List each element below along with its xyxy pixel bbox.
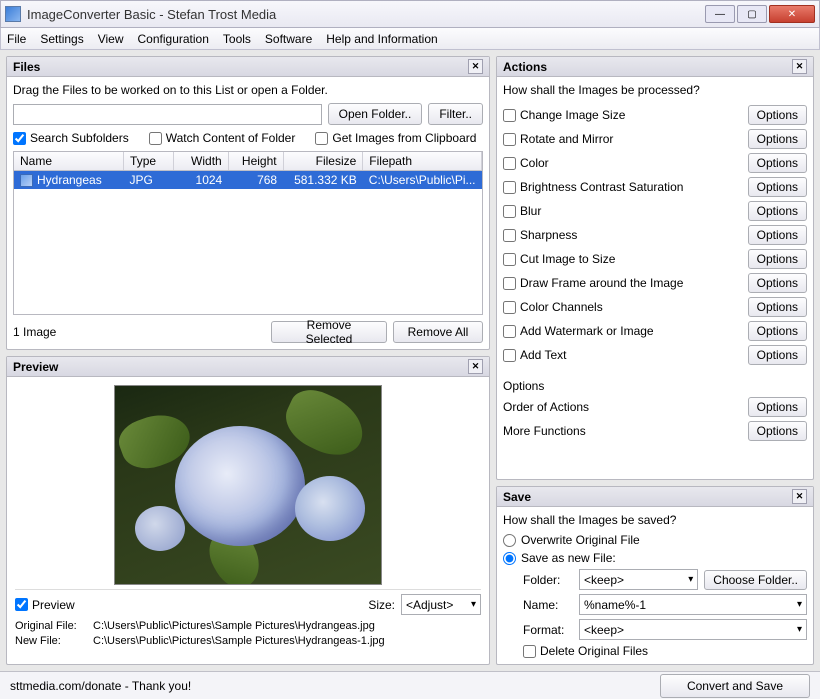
image-count: 1 Image	[13, 325, 265, 339]
close-button[interactable]: ✕	[769, 5, 815, 23]
save-new-radio[interactable]: Save as new File:	[503, 551, 807, 565]
action-checkbox-2[interactable]: Color	[503, 156, 748, 170]
window-title: ImageConverter Basic - Stefan Trost Medi…	[27, 7, 705, 22]
filter-button[interactable]: Filter..	[428, 103, 483, 125]
original-file-value: C:\Users\Public\Pictures\Sample Pictures…	[93, 619, 375, 634]
preview-panel: Preview ✕ Preview Size: <Adjust> Origin	[6, 356, 490, 665]
maximize-button[interactable]: ▢	[737, 5, 767, 23]
col-filesize[interactable]: Filesize	[283, 152, 363, 171]
watch-folder-checkbox[interactable]: Watch Content of Folder	[149, 131, 296, 145]
actions-panel: Actions ✕ How shall the Images be proces…	[496, 56, 814, 480]
col-name[interactable]: Name	[14, 152, 124, 171]
new-file-label: New File:	[15, 634, 93, 649]
order-options-button[interactable]: Options	[748, 397, 807, 417]
save-panel-close-icon[interactable]: ✕	[792, 489, 807, 504]
remove-selected-button[interactable]: Remove Selected	[271, 321, 387, 343]
files-instruction: Drag the Files to be worked on to this L…	[13, 83, 483, 97]
preview-image	[114, 385, 382, 585]
options-heading: Options	[503, 379, 807, 393]
table-row[interactable]: Hydrangeas JPG 1024 768 581.332 KB C:\Us…	[14, 171, 482, 190]
open-folder-button[interactable]: Open Folder..	[328, 103, 423, 125]
action-checkbox-1[interactable]: Rotate and Mirror	[503, 132, 748, 146]
format-combo[interactable]: <keep>	[579, 619, 807, 640]
action-checkbox-9[interactable]: Add Watermark or Image	[503, 324, 748, 338]
action-options-button-0[interactable]: Options	[748, 105, 807, 125]
preview-panel-close-icon[interactable]: ✕	[468, 359, 483, 374]
save-panel: Save ✕ How shall the Images be saved? Ov…	[496, 486, 814, 665]
col-width[interactable]: Width	[173, 152, 228, 171]
files-table[interactable]: Name Type Width Height Filesize Filepath…	[13, 151, 483, 315]
col-height[interactable]: Height	[228, 152, 283, 171]
folder-combo[interactable]: <keep>	[579, 569, 698, 590]
menu-settings[interactable]: Settings	[40, 32, 83, 46]
folder-path-input[interactable]	[13, 104, 322, 125]
menu-configuration[interactable]: Configuration	[138, 32, 209, 46]
delete-original-checkbox[interactable]: Delete Original Files	[523, 644, 807, 658]
menubar: File Settings View Configuration Tools S…	[0, 28, 820, 50]
more-functions-label: More Functions	[503, 424, 748, 438]
minimize-button[interactable]: —	[705, 5, 735, 23]
files-panel: Files ✕ Drag the Files to be worked on t…	[6, 56, 490, 350]
menu-file[interactable]: File	[7, 32, 26, 46]
name-combo[interactable]: %name%-1	[579, 594, 807, 615]
files-panel-title: Files	[13, 60, 40, 74]
action-options-button-8[interactable]: Options	[748, 297, 807, 317]
convert-and-save-button[interactable]: Convert and Save	[660, 674, 810, 698]
col-filepath[interactable]: Filepath	[363, 152, 482, 171]
titlebar: ImageConverter Basic - Stefan Trost Medi…	[0, 0, 820, 28]
size-combo[interactable]: <Adjust>	[401, 594, 481, 615]
action-checkbox-8[interactable]: Color Channels	[503, 300, 748, 314]
order-of-actions-label: Order of Actions	[503, 400, 748, 414]
action-checkbox-5[interactable]: Sharpness	[503, 228, 748, 242]
preview-panel-title: Preview	[13, 360, 58, 374]
overwrite-radio[interactable]: Overwrite Original File	[503, 533, 807, 547]
action-options-button-3[interactable]: Options	[748, 177, 807, 197]
action-options-button-1[interactable]: Options	[748, 129, 807, 149]
action-checkbox-10[interactable]: Add Text	[503, 348, 748, 362]
footer-message: sttmedia.com/donate - Thank you!	[10, 679, 660, 693]
more-options-button[interactable]: Options	[748, 421, 807, 441]
action-checkbox-3[interactable]: Brightness Contrast Saturation	[503, 180, 748, 194]
menu-help[interactable]: Help and Information	[326, 32, 437, 46]
action-options-button-7[interactable]: Options	[748, 273, 807, 293]
action-checkbox-6[interactable]: Cut Image to Size	[503, 252, 748, 266]
menu-tools[interactable]: Tools	[223, 32, 251, 46]
name-label: Name:	[523, 598, 573, 612]
action-checkbox-4[interactable]: Blur	[503, 204, 748, 218]
action-options-button-9[interactable]: Options	[748, 321, 807, 341]
menu-view[interactable]: View	[98, 32, 124, 46]
action-options-button-10[interactable]: Options	[748, 345, 807, 365]
actions-panel-title: Actions	[503, 60, 547, 74]
action-options-button-4[interactable]: Options	[748, 201, 807, 221]
action-checkbox-0[interactable]: Change Image Size	[503, 108, 748, 122]
original-file-label: Original File:	[15, 619, 93, 634]
preview-checkbox[interactable]: Preview	[15, 598, 75, 612]
save-prompt: How shall the Images be saved?	[503, 513, 807, 527]
get-clipboard-checkbox[interactable]: Get Images from Clipboard	[315, 131, 476, 145]
save-panel-title: Save	[503, 490, 531, 504]
menu-software[interactable]: Software	[265, 32, 312, 46]
actions-prompt: How shall the Images be processed?	[503, 83, 807, 97]
size-label: Size:	[368, 598, 395, 612]
format-label: Format:	[523, 623, 573, 637]
action-checkbox-7[interactable]: Draw Frame around the Image	[503, 276, 748, 290]
action-options-button-2[interactable]: Options	[748, 153, 807, 173]
remove-all-button[interactable]: Remove All	[393, 321, 483, 343]
footer: sttmedia.com/donate - Thank you! Convert…	[0, 671, 820, 699]
folder-label: Folder:	[523, 573, 573, 587]
actions-panel-close-icon[interactable]: ✕	[792, 59, 807, 74]
col-type[interactable]: Type	[124, 152, 174, 171]
app-icon	[5, 6, 21, 22]
action-options-button-5[interactable]: Options	[748, 225, 807, 245]
window-controls: — ▢ ✕	[705, 5, 815, 23]
search-subfolders-checkbox[interactable]: Search Subfolders	[13, 131, 129, 145]
files-panel-close-icon[interactable]: ✕	[468, 59, 483, 74]
new-file-value: C:\Users\Public\Pictures\Sample Pictures…	[93, 634, 385, 649]
choose-folder-button[interactable]: Choose Folder..	[704, 570, 807, 590]
action-options-button-6[interactable]: Options	[748, 249, 807, 269]
file-icon	[20, 174, 33, 187]
